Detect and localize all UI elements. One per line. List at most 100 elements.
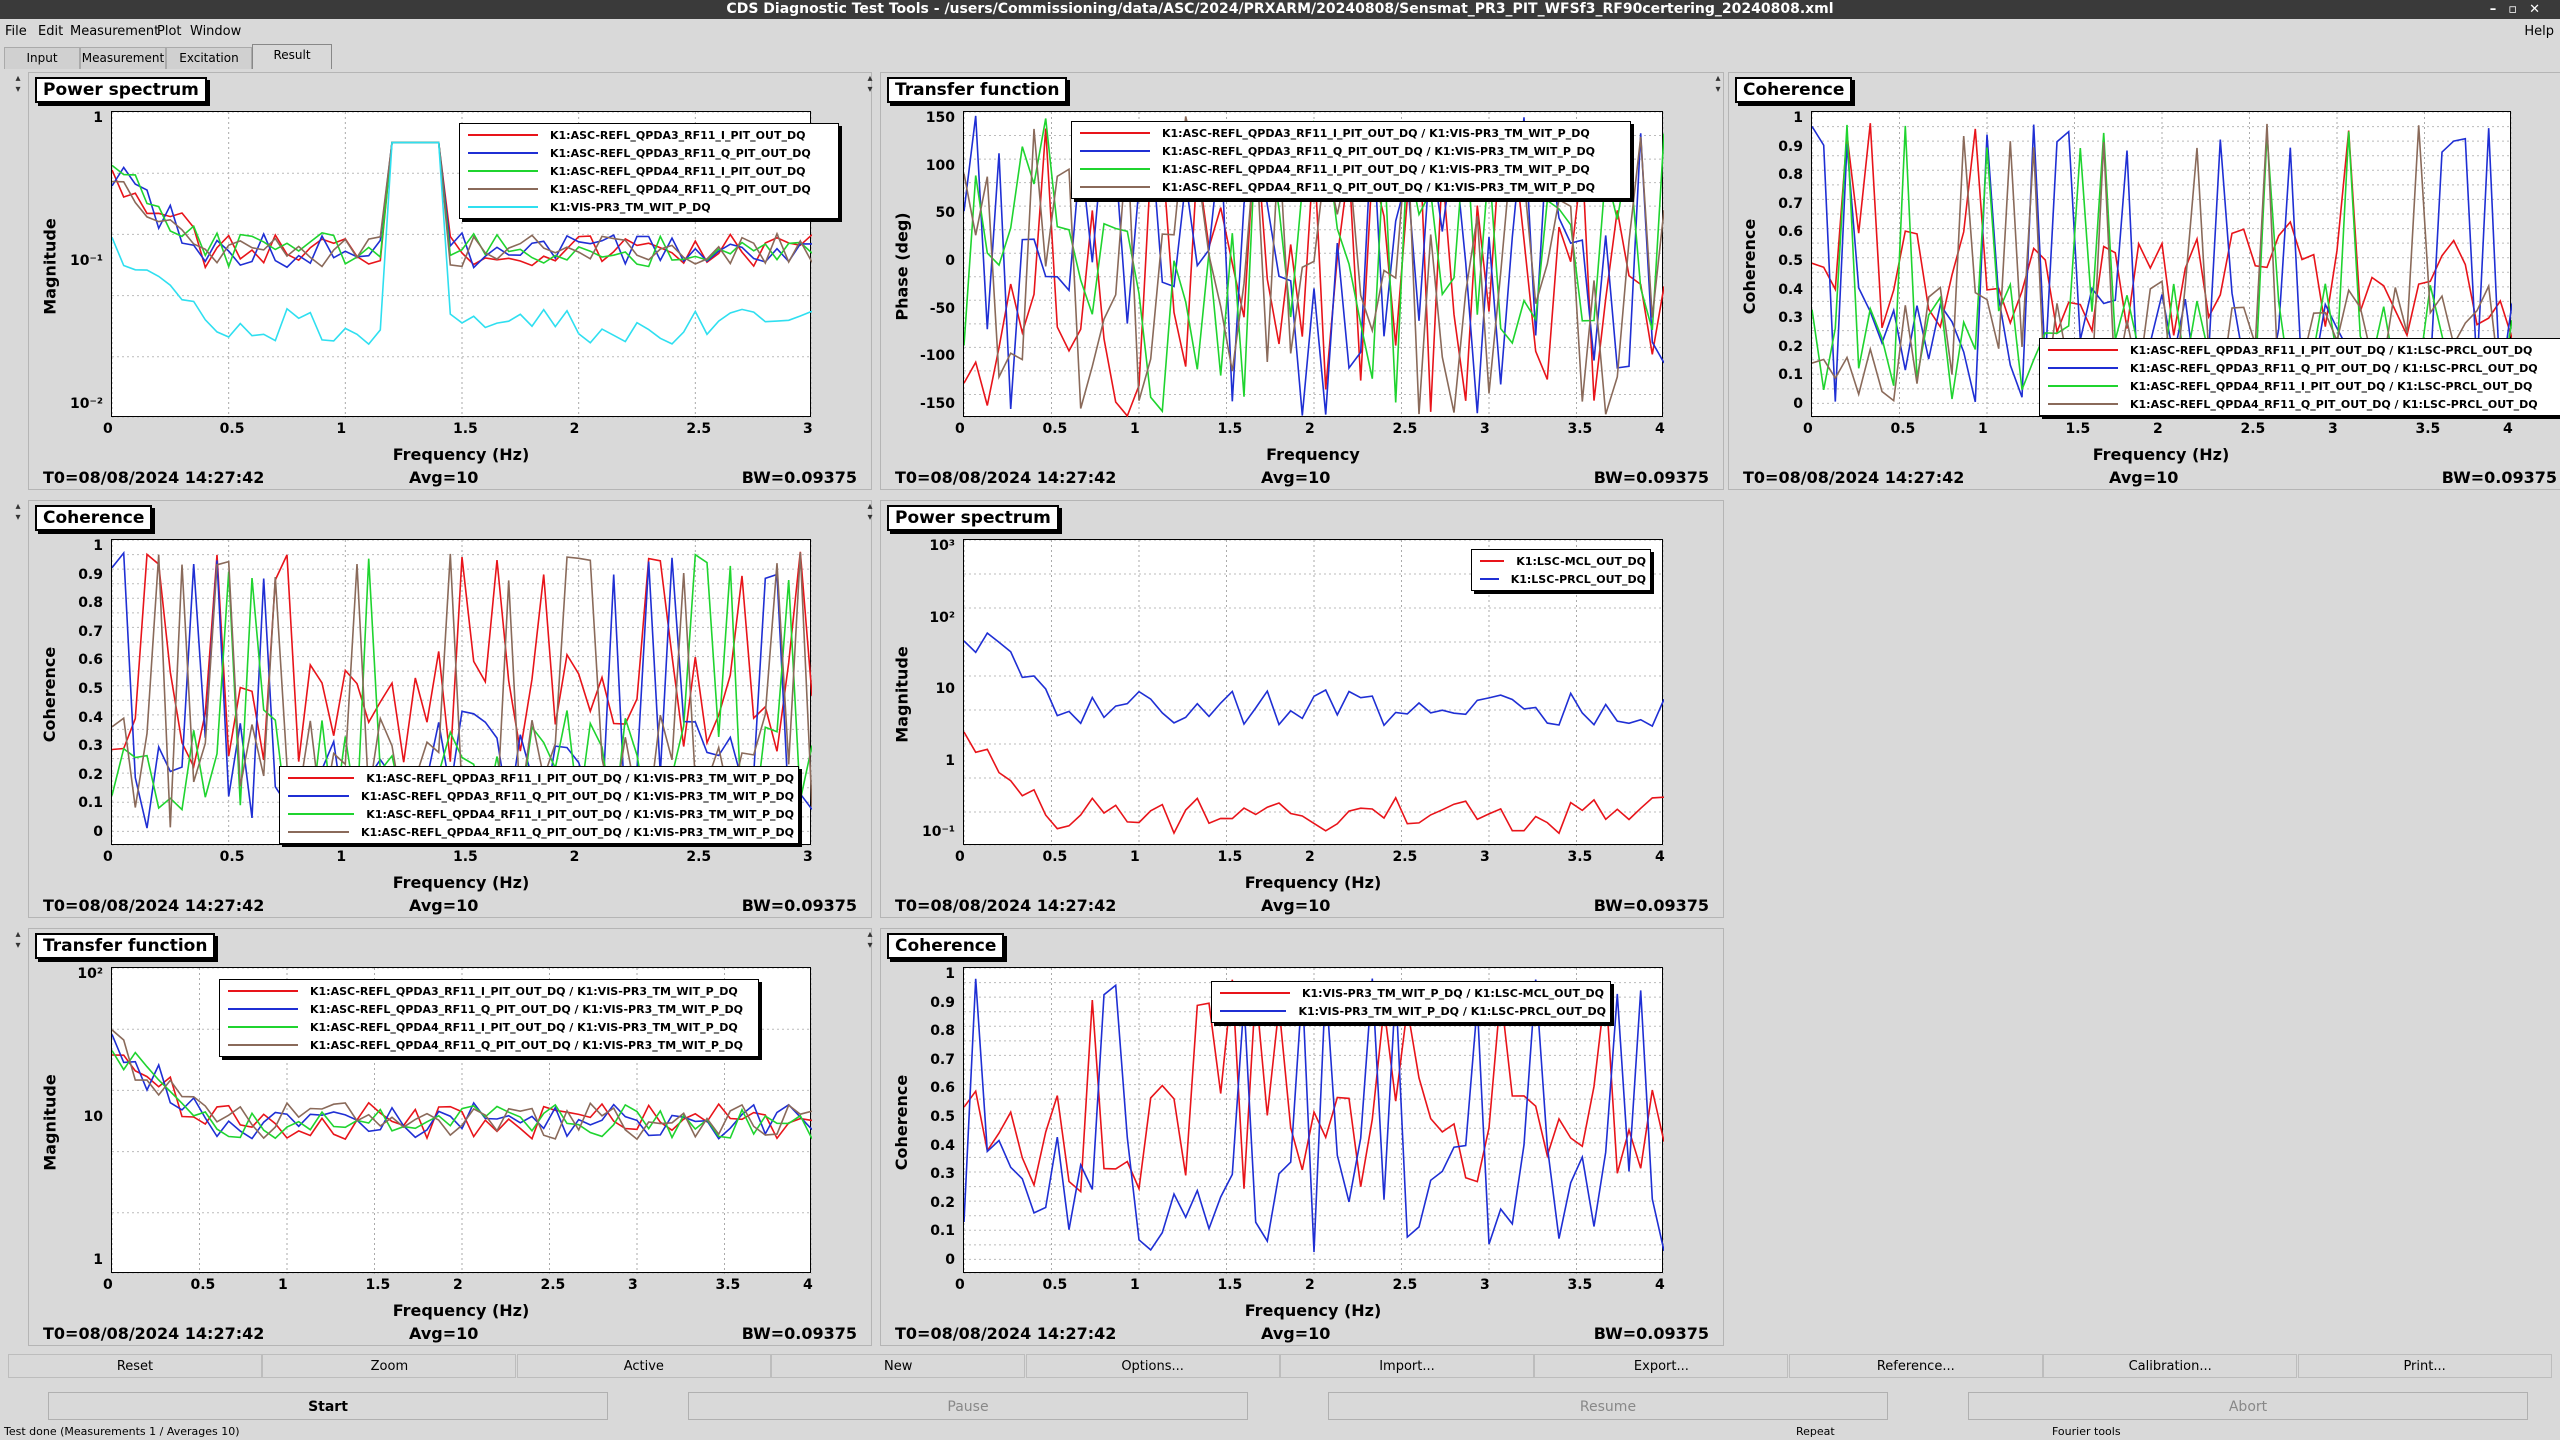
window-controls[interactable]: –▫✕: [2490, 0, 2552, 19]
panel-collapse-arrows[interactable]: ▴ ▾: [863, 73, 877, 95]
legend-swatch: [1080, 132, 1150, 134]
x-tick-label: 0.5: [1042, 849, 1068, 865]
y-tick-label: 0.3: [930, 1166, 955, 1183]
abort-button[interactable]: Abort: [1968, 1392, 2528, 1420]
series-curve: [112, 1054, 812, 1141]
legend-entry: K1:ASC-REFL_QPDA4_RF11_I_PIT_OUT_DQ / K1…: [280, 805, 794, 823]
legend-entry: K1:ASC-REFL_QPDA3_RF11_Q_PIT_OUT_DQ: [460, 144, 834, 162]
plot-panel[interactable]: ▴ ▾ Transfer function Phase (deg) Frequen…: [867, 72, 1724, 490]
button-import[interactable]: Import...: [1280, 1354, 1534, 1378]
menu-help[interactable]: Help: [2524, 24, 2554, 39]
panel-collapse-arrows[interactable]: ▴ ▾: [1711, 73, 1725, 95]
plot-legend[interactable]: K1:VIS-PR3_TM_WIT_P_DQ / K1:LSC-MCL_OUT_…: [1211, 981, 1611, 1023]
x-axis-label: Frequency (Hz): [392, 873, 530, 892]
legend-swatch: [2048, 367, 2118, 369]
button-export[interactable]: Export...: [1534, 1354, 1789, 1378]
y-tick-label: 0: [945, 253, 955, 269]
x-tick-label: 0: [1803, 421, 1813, 437]
legend-label: K1:ASC-REFL_QPDA3_RF11_I_PIT_OUT_DQ / K1…: [310, 984, 738, 998]
y-tick-label: 0.2: [1778, 338, 1803, 355]
legend-entry: K1:LSC-PRCL_OUT_DQ: [1472, 570, 1646, 588]
x-tick-label: 2: [1305, 1277, 1315, 1293]
y-tick-label: 0.2: [78, 766, 103, 783]
x-tick-label: 3: [803, 849, 813, 865]
legend-swatch: [468, 206, 538, 208]
x-tick-label: 4: [1655, 421, 1665, 437]
menu-plot[interactable]: Plot: [157, 24, 182, 39]
legend-label: K1:ASC-REFL_QPDA4_RF11_Q_PIT_OUT_DQ / K1…: [361, 825, 794, 839]
panel-collapse-arrows[interactable]: ▴ ▾: [863, 929, 877, 951]
plot-panel[interactable]: ▴ ▾ Coherence Coherence Frequency (Hz) T0…: [15, 500, 872, 918]
legend-label: K1:ASC-REFL_QPDA4_RF11_I_PIT_OUT_DQ / K1…: [1162, 162, 1590, 176]
plot-legend[interactable]: K1:ASC-REFL_QPDA3_RF11_I_PIT_OUT_DQ / K1…: [279, 766, 799, 844]
y-tick-label: 10³: [929, 538, 955, 554]
plot-averages: Avg=10: [409, 1324, 479, 1343]
button-reference[interactable]: Reference...: [1788, 1354, 2043, 1378]
x-tick-label: 4: [1655, 1277, 1665, 1293]
plot-panel[interactable]: ▴ ▾ Coherence Coherence Frequency (Hz) T0…: [867, 928, 1724, 1346]
plot-legend[interactable]: K1:LSC-MCL_OUT_DQ K1:LSC-PRCL_OUT_DQ: [1471, 549, 1651, 591]
y-tick-label: 0.8: [930, 1023, 955, 1040]
tab-measurement[interactable]: Measurement: [80, 47, 166, 69]
plot-legend[interactable]: K1:ASC-REFL_QPDA3_RF11_I_PIT_OUT_DQ / K1…: [1071, 121, 1631, 199]
x-tick-label: 1.5: [453, 849, 478, 865]
legend-label: K1:ASC-REFL_QPDA4_RF11_I_PIT_OUT_DQ: [550, 164, 806, 178]
tab-excitation[interactable]: Excitation: [166, 47, 252, 69]
y-tick-label: 0.2: [930, 1194, 955, 1211]
button-active[interactable]: Active: [516, 1354, 771, 1378]
plot-panel[interactable]: ▴ ▾ Power spectrum Magnitude Frequency (H…: [15, 72, 872, 490]
button-new[interactable]: New: [771, 1354, 1026, 1378]
button-reset[interactable]: Reset: [8, 1354, 262, 1378]
plot-averages: Avg=10: [1261, 1324, 1331, 1343]
x-tick-label: 1: [278, 1277, 288, 1293]
plot-bandwidth: BW=0.09375: [741, 896, 857, 915]
y-tick-label: 0.7: [78, 623, 103, 640]
plot-t0: T0=08/08/2024 14:27:42: [43, 468, 265, 487]
plot-legend[interactable]: K1:ASC-REFL_QPDA3_RF11_I_PIT_OUT_DQ / K1…: [219, 979, 759, 1057]
x-tick-label: 3: [628, 1277, 638, 1293]
pause-button[interactable]: Pause: [688, 1392, 1248, 1420]
y-tick-label: 10²: [77, 966, 103, 982]
x-tick-label: 0: [955, 849, 965, 865]
legend-label: K1:ASC-REFL_QPDA4_RF11_I_PIT_OUT_DQ / K1…: [366, 807, 794, 821]
button-zoom[interactable]: Zoom: [262, 1354, 517, 1378]
menu-measurement[interactable]: Measurement: [70, 24, 159, 39]
tab-result[interactable]: Result: [252, 44, 332, 69]
legend-label: K1:ASC-REFL_QPDA3_RF11_Q_PIT_OUT_DQ / K1…: [1162, 144, 1595, 158]
x-tick-label: 0: [955, 421, 965, 437]
panel-collapse-arrows[interactable]: ▴ ▾: [11, 73, 25, 95]
menu-edit[interactable]: Edit: [38, 24, 63, 39]
y-tick-label: 0.1: [930, 1223, 955, 1240]
y-tick-label: 0.5: [78, 681, 103, 697]
resume-button[interactable]: Resume: [1328, 1392, 1888, 1420]
plot-title: Power spectrum: [35, 77, 207, 103]
plot-panel[interactable]: ▴ ▾ Power spectrum Magnitude Frequency (H…: [867, 500, 1724, 918]
y-tick-label: 1: [945, 752, 955, 769]
plot-legend[interactable]: K1:ASC-REFL_QPDA3_RF11_I_PIT_OUT_DQ / K1…: [2039, 338, 2560, 416]
panel-collapse-arrows[interactable]: ▴ ▾: [863, 501, 877, 523]
legend-entry: K1:ASC-REFL_QPDA3_RF11_I_PIT_OUT_DQ / K1…: [220, 982, 754, 1000]
start-button[interactable]: Start: [48, 1392, 608, 1420]
panel-collapse-arrows[interactable]: ▴ ▾: [11, 929, 25, 951]
plot-panel[interactable]: ▴ ▾ Transfer function Magnitude Frequency…: [15, 928, 872, 1346]
button-print[interactable]: Print...: [2297, 1354, 2552, 1378]
plot-title: Coherence: [887, 933, 1005, 959]
button-options[interactable]: Options...: [1025, 1354, 1280, 1378]
menu-file[interactable]: File: [5, 24, 27, 39]
y-tick-label: -150: [919, 396, 955, 412]
plot-panel[interactable]: ▴ ▾ Coherence Coherence Frequency (Hz) T0…: [1715, 72, 2560, 490]
plot-title: Coherence: [1735, 77, 1853, 103]
plot-t0: T0=08/08/2024 14:27:42: [895, 1324, 1117, 1343]
x-tick-label: 0: [103, 849, 113, 865]
legend-swatch: [2048, 385, 2118, 387]
plot-control-bar: Reset Zoom Active New Options... Import... Exp…: [8, 1354, 2552, 1378]
y-tick-label: 0.4: [930, 1137, 955, 1154]
panel-collapse-arrows[interactable]: ▴ ▾: [11, 501, 25, 523]
tab-input[interactable]: Input: [4, 47, 80, 69]
plot-title: Transfer function: [35, 933, 216, 959]
legend-swatch: [288, 795, 350, 797]
legend-entry: K1:VIS-PR3_TM_WIT_P_DQ / K1:LSC-PRCL_OUT…: [1212, 1002, 1606, 1020]
plot-legend[interactable]: K1:ASC-REFL_QPDA3_RF11_I_PIT_OUT_DQ K1:AS…: [459, 123, 839, 219]
menu-window[interactable]: Window: [190, 24, 241, 39]
button-calibration[interactable]: Calibration...: [2043, 1354, 2298, 1378]
